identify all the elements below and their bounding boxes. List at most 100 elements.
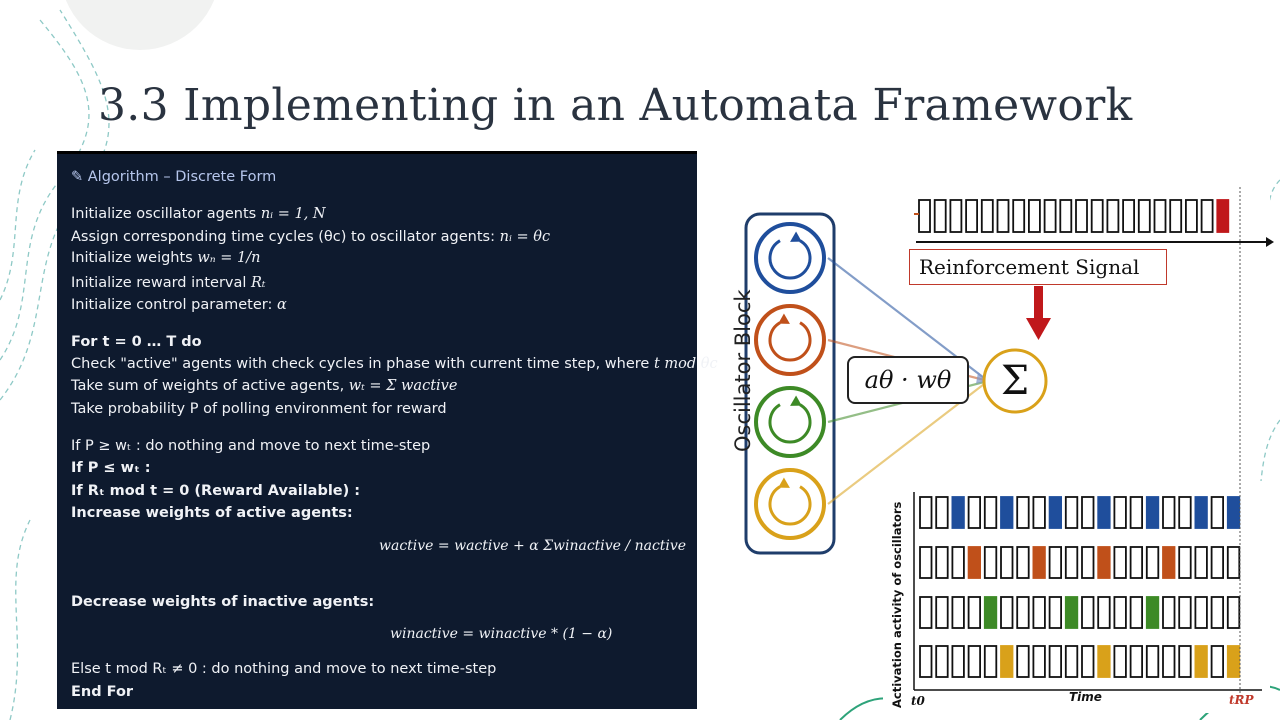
activation-cell — [1048, 496, 1062, 529]
reinforcement-cell — [1137, 199, 1151, 233]
activation-cell — [1162, 596, 1176, 629]
reinforcement-cell — [1012, 199, 1026, 233]
reinforcement-cell — [1059, 199, 1073, 233]
activation-cell — [1064, 496, 1079, 529]
activation-cell — [1032, 546, 1046, 579]
reinforcement-cell — [1028, 199, 1041, 233]
activation-cell — [1097, 645, 1111, 678]
activation-cell — [1129, 596, 1143, 629]
activation-cell — [1016, 496, 1030, 529]
activation-cell — [951, 546, 965, 579]
activation-cell — [1210, 645, 1224, 678]
t0-label: t0 — [911, 694, 925, 708]
activation-cell — [1064, 596, 1079, 629]
activation-cell — [1129, 645, 1143, 678]
activation-cell — [1194, 546, 1208, 579]
activation-cell — [1032, 645, 1046, 678]
activation-cell — [1226, 596, 1241, 629]
activation-cell — [1226, 645, 1241, 678]
reinforcement-cell — [996, 199, 1010, 233]
activation-cell — [983, 496, 998, 529]
activation-cell — [1064, 645, 1079, 678]
activation-cell — [1048, 596, 1062, 629]
activation-cell — [1097, 496, 1111, 529]
activation-cell — [1210, 496, 1224, 529]
reinforcement-cell — [1169, 199, 1183, 233]
activation-cell — [1178, 596, 1192, 629]
activation-cell — [1000, 645, 1014, 678]
activation-cell — [983, 645, 998, 678]
reinforcement-arrow-shaft — [1034, 286, 1043, 320]
reinforcement-cell — [918, 199, 931, 233]
activation-cell — [1016, 546, 1030, 579]
activation-cell — [1000, 496, 1014, 529]
activation-cell — [951, 645, 965, 678]
activation-cell — [1064, 546, 1079, 579]
time-axis-label: Time — [1069, 690, 1102, 704]
activation-cell — [1113, 546, 1127, 579]
activation-cell — [1113, 645, 1127, 678]
activation-cell — [1081, 645, 1095, 678]
sum-symbol: Σ — [1000, 358, 1030, 404]
activation-cell — [935, 546, 949, 579]
activation-cell — [919, 496, 933, 529]
activation-cell — [1210, 546, 1224, 579]
reinforcement-cell — [1075, 199, 1088, 233]
activation-cell — [1032, 596, 1046, 629]
activation-cell — [1081, 596, 1095, 629]
activation-cell — [1178, 645, 1192, 678]
activation-y-axis-label: Activation activity of oscillators — [890, 501, 904, 708]
activation-cell — [1145, 596, 1160, 629]
activation-cell — [935, 596, 949, 629]
activation-cell — [1081, 496, 1095, 529]
oscillator-1 — [754, 222, 826, 294]
reinforcement-cell — [965, 199, 978, 233]
reinforcement-cell — [1090, 199, 1104, 233]
activation-cell — [1162, 546, 1176, 579]
activation-cell — [1210, 596, 1224, 629]
activation-cell — [983, 596, 998, 629]
activation-cell — [1129, 546, 1143, 579]
activation-cell — [1145, 546, 1160, 579]
reinforcement-cell — [1200, 199, 1214, 233]
oscillator-3 — [754, 386, 826, 458]
activation-cell — [919, 546, 933, 579]
activation-cell — [1145, 496, 1160, 529]
activation-cell — [951, 496, 965, 529]
activation-cell — [935, 645, 949, 678]
reinforcement-cell — [1153, 199, 1167, 233]
activation-cell — [1113, 496, 1127, 529]
activation-cell — [1032, 496, 1046, 529]
activation-cell — [1113, 596, 1127, 629]
activation-cell — [1016, 596, 1030, 629]
activation-cell — [983, 546, 998, 579]
activation-cell — [967, 546, 981, 579]
activation-cell — [1194, 645, 1208, 678]
activation-cell — [1226, 546, 1241, 579]
activation-cell — [967, 645, 981, 678]
activation-cell — [1016, 645, 1030, 678]
activation-cell — [1048, 546, 1062, 579]
activation-cell — [1178, 496, 1192, 529]
activation-cell — [967, 596, 981, 629]
activation-cell — [1000, 596, 1014, 629]
reinforcement-cell — [1216, 199, 1230, 233]
activation-cell — [1178, 546, 1192, 579]
activation-cell — [1097, 546, 1111, 579]
activation-cell — [1194, 496, 1208, 529]
oscillator-diagram — [719, 175, 1274, 713]
activation-cell — [1081, 546, 1095, 579]
activation-cell — [919, 596, 933, 629]
reinforcement-signal-label: Reinforcement Signal — [909, 249, 1167, 285]
oscillator-block-label: Oscillator Block — [731, 289, 755, 452]
trp-label: tRP — [1229, 693, 1254, 707]
reinforcement-cell — [1122, 199, 1135, 233]
reinforcement-cell — [1106, 199, 1120, 233]
activation-cell — [1194, 596, 1208, 629]
activation-cell — [951, 596, 965, 629]
reinforcement-cell — [933, 199, 947, 233]
activation-cell — [1129, 496, 1143, 529]
reinforcement-cell — [949, 199, 963, 233]
activation-cell — [1000, 546, 1014, 579]
reinforcement-cell — [1185, 199, 1198, 233]
